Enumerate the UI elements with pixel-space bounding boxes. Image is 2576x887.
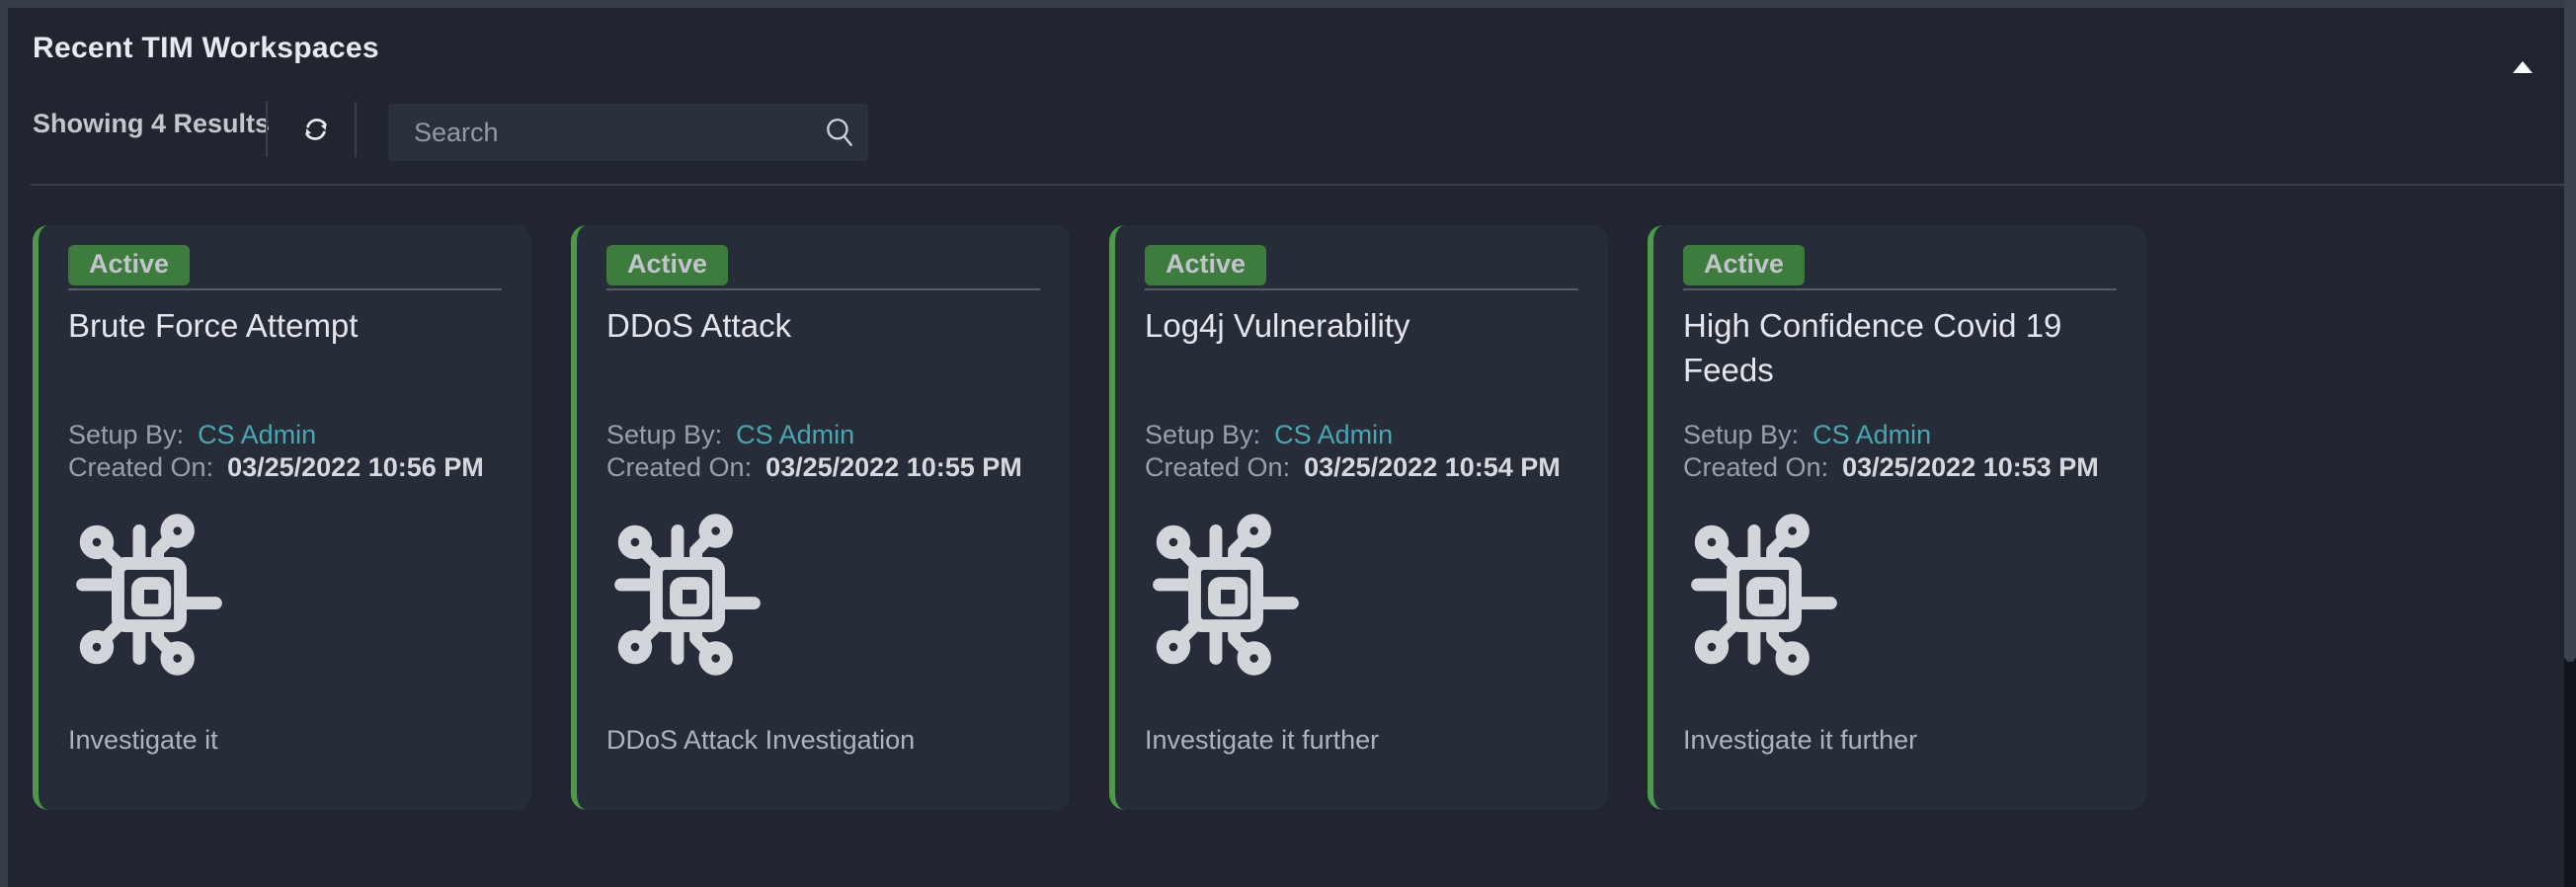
chip-icon	[1141, 510, 1311, 680]
search-button[interactable]	[811, 104, 868, 161]
setup-by-label: Setup By:	[1683, 420, 1799, 449]
created-on-value: 03/25/2022 10:53 PM	[1842, 452, 2099, 482]
search-box	[388, 104, 868, 161]
workspace-title: Log4j Vulnerability	[1145, 303, 1578, 392]
workspace-description: Investigate it further	[1683, 725, 1917, 756]
badge-divider	[606, 288, 1040, 290]
toolbar-divider	[355, 102, 357, 157]
collapse-panel-button[interactable]	[2509, 43, 2536, 63]
badge-divider	[68, 288, 502, 290]
created-on-label: Created On:	[606, 452, 752, 482]
workspace-cards: Active Brute Force Attempt Setup By: CS A…	[33, 225, 2146, 810]
workspace-description: DDoS Attack Investigation	[606, 725, 915, 756]
badge-divider	[1683, 288, 2117, 290]
workspace-description: Investigate it	[68, 725, 218, 756]
status-badge: Active	[68, 245, 190, 285]
search-icon	[823, 116, 856, 149]
setup-by-user-link[interactable]: CS Admin	[1274, 420, 1393, 449]
workspace-card[interactable]: Active Log4j Vulnerability Setup By: CS A…	[1109, 225, 1608, 810]
setup-by-user-link[interactable]: CS Admin	[198, 420, 316, 449]
workspace-card[interactable]: Active Brute Force Attempt Setup By: CS A…	[33, 225, 531, 810]
chip-icon	[64, 510, 234, 680]
scrollbar-track[interactable]	[2564, 0, 2576, 887]
setup-by-label: Setup By:	[68, 420, 184, 449]
results-count: Showing 4 Results	[33, 96, 270, 151]
created-on-value: 03/25/2022 10:56 PM	[227, 452, 484, 482]
created-on-label: Created On:	[1683, 452, 1828, 482]
created-on-label: Created On:	[1145, 452, 1290, 482]
workspace-card[interactable]: Active DDoS Attack Setup By: CS Admin Cre…	[571, 225, 1070, 810]
search-input[interactable]	[388, 104, 811, 161]
toolbar-divider	[266, 102, 268, 157]
workspace-title: DDoS Attack	[606, 303, 1040, 392]
workspace-title: High Confidence Covid 19 Feeds	[1683, 303, 2117, 392]
badge-divider	[1145, 288, 1578, 290]
scrollbar-thumb[interactable]	[2564, 0, 2576, 662]
chip-icon	[1679, 510, 1849, 680]
setup-by-label: Setup By:	[606, 420, 722, 449]
created-on-value: 03/25/2022 10:55 PM	[765, 452, 1022, 482]
workspace-meta: Setup By: CS Admin Created On: 03/25/2022 …	[68, 419, 484, 484]
workspace-description: Investigate it further	[1145, 725, 1379, 756]
refresh-icon	[299, 113, 333, 146]
refresh-button[interactable]	[287, 102, 345, 157]
setup-by-label: Setup By:	[1145, 420, 1260, 449]
page-title: Recent TIM Workspaces	[33, 32, 379, 65]
chip-icon	[603, 510, 772, 680]
workspace-meta: Setup By: CS Admin Created On: 03/25/2022 …	[1145, 419, 1561, 484]
setup-by-user-link[interactable]: CS Admin	[1812, 420, 1931, 449]
workspace-card[interactable]: Active High Confidence Covid 19 Feeds Se…	[1648, 225, 2146, 810]
chevron-up-icon	[2513, 46, 2533, 73]
workspace-meta: Setup By: CS Admin Created On: 03/25/2022 …	[1683, 419, 2099, 484]
status-badge: Active	[1683, 245, 1805, 285]
recent-tim-workspaces-panel: Recent TIM Workspaces Showing 4 Results	[8, 8, 2564, 887]
status-badge: Active	[606, 245, 728, 285]
header-divider	[31, 184, 2564, 186]
created-on-value: 03/25/2022 10:54 PM	[1304, 452, 1561, 482]
setup-by-user-link[interactable]: CS Admin	[736, 420, 854, 449]
status-badge: Active	[1145, 245, 1266, 285]
workspace-meta: Setup By: CS Admin Created On: 03/25/2022 …	[606, 419, 1022, 484]
created-on-label: Created On:	[68, 452, 213, 482]
workspace-title: Brute Force Attempt	[68, 303, 502, 392]
